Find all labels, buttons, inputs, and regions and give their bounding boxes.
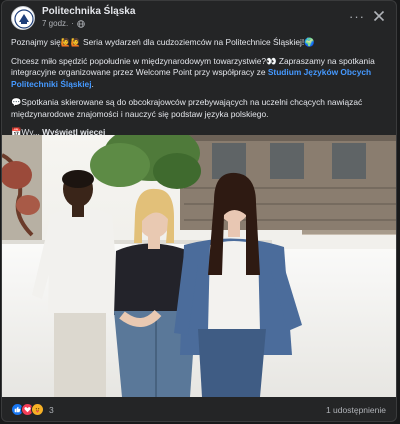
post-paragraph-3: 💬Spotkania skierowane są do obcokrajowcó… [11, 97, 363, 119]
facebook-post: Politechnika Śląska 7 godz. · ··· Poznaj… [1, 0, 397, 422]
post-paragraph-2: Chcesz miło spędzić popołudnie w międzyn… [11, 55, 375, 89]
reactions-summary[interactable]: 3 [11, 403, 54, 416]
close-icon [373, 10, 385, 22]
close-button[interactable] [370, 7, 388, 25]
post-time[interactable]: 7 godz. [42, 19, 68, 28]
share-count[interactable]: 1 udostępnienie [326, 405, 386, 415]
post-paragraph-1: Poznajmy się🙋🙋 Seria wydarzeń dla cudzoz… [11, 37, 315, 47]
post-photo[interactable] [2, 135, 396, 397]
more-icon[interactable]: ··· [348, 7, 366, 25]
post-footer: 3 1 udostępnienie [2, 399, 396, 421]
raised-hand-emoji: 🙋🙋 [60, 38, 81, 47]
post-meta: 7 godz. · [42, 19, 85, 28]
reaction-count[interactable]: 3 [49, 405, 54, 415]
students-photo [2, 135, 396, 397]
post-header: Politechnika Śląska 7 godz. · ··· [2, 1, 396, 33]
page-name[interactable]: Politechnika Śląska [42, 6, 135, 17]
post-text: Poznajmy się🙋🙋 Seria wydarzeń dla cudzoz… [11, 37, 391, 146]
page-avatar[interactable] [11, 6, 35, 30]
globe-icon [77, 19, 85, 28]
care-icon [31, 403, 44, 416]
university-logo-icon [13, 8, 34, 29]
